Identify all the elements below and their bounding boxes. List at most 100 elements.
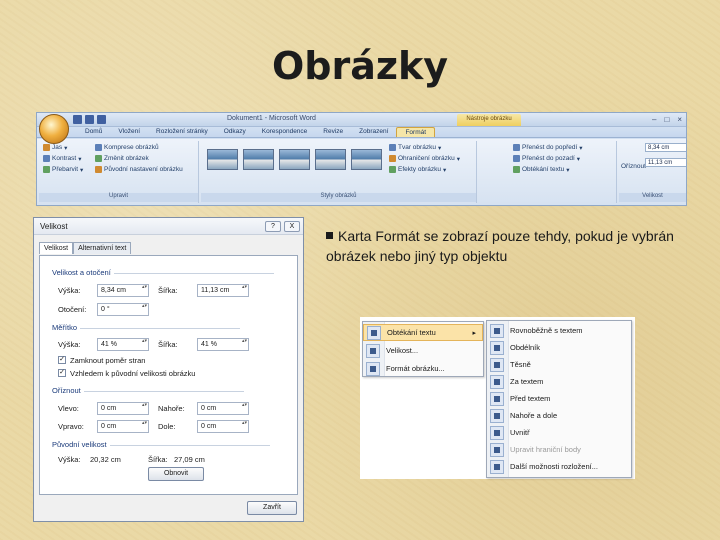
dialog-close-text-button[interactable]: Zavřít	[247, 501, 297, 515]
width-input[interactable]: 11,13 cm	[197, 284, 249, 297]
wrap-behind[interactable]: Za textem	[487, 373, 631, 390]
menu-item-label: Formát obrázku...	[386, 364, 445, 373]
crop-right-label: Vpravo:	[58, 422, 84, 431]
bullet-text: Karta Formát se zobrazí pouze tehdy, pok…	[326, 228, 674, 264]
tab-rozlozeni[interactable]: Rozložení stránky	[148, 127, 216, 137]
menu-item-label: Obtékání textu	[387, 328, 436, 337]
help-button[interactable]: ?	[265, 221, 281, 232]
submenu-item-label: Další možnosti rozložení...	[510, 462, 598, 471]
close-icon[interactable]: ×	[677, 115, 682, 124]
rotation-input[interactable]: 0 °	[97, 303, 149, 316]
change-picture-label: Změnit obrázek	[104, 155, 149, 162]
wrap-tight[interactable]: Těsně	[487, 356, 631, 373]
edit-wrap-points[interactable]: Upravit hraniční body	[487, 441, 631, 458]
contrast-button[interactable]: Kontrast ▾	[43, 153, 83, 164]
lock-aspect-checkbox[interactable]: ✓	[58, 356, 66, 364]
submenu-arrow-icon: ▸	[472, 329, 476, 337]
reset-picture-button[interactable]: Původní nastavení obrázku	[95, 164, 183, 175]
picture-style-2[interactable]	[243, 149, 274, 170]
height-label: Výška:	[58, 286, 81, 295]
reset-button[interactable]: Obnovit	[148, 467, 204, 481]
tab-vlozeni[interactable]: Vložení	[110, 127, 148, 137]
width-label: Šířka:	[158, 286, 178, 295]
orig-width-value: 27,09 cm	[174, 455, 205, 464]
send-back-label: Přenést do pozadí	[522, 155, 575, 162]
wrap-top-bottom-icon	[490, 408, 504, 423]
picture-style-1[interactable]	[207, 149, 238, 170]
ribbon-tabs: Domů Vložení Rozložení stránky Odkazy Ko…	[37, 127, 686, 138]
slide-bullet: Karta Formát se zobrazí pouze tehdy, pok…	[326, 226, 676, 266]
more-layout-options[interactable]: Další možnosti rozložení...	[487, 458, 631, 475]
tab-odkazy[interactable]: Odkazy	[216, 127, 254, 137]
redo-icon[interactable]	[97, 115, 106, 124]
section-crop: Oříznout	[52, 386, 243, 395]
compress-button[interactable]: Komprese obrázků	[95, 142, 183, 153]
tab-korespondence[interactable]: Korespondence	[254, 127, 316, 137]
context-tools-title: Nástroje obrázku	[457, 114, 521, 126]
submenu-item-label: Před textem	[510, 394, 551, 403]
crop-left-input[interactable]: 0 cm	[97, 402, 149, 415]
scale-height-input[interactable]: 41 %	[97, 338, 149, 351]
picture-style-5[interactable]	[351, 149, 382, 170]
dialog-header: Velikost ? X	[34, 218, 303, 235]
dialog-panel: Velikost a otočení Výška: 8,34 cm Šířka:…	[39, 255, 298, 495]
tab-revize[interactable]: Revize	[315, 127, 351, 137]
picture-style-4[interactable]	[315, 149, 346, 170]
text-wrap-icon	[513, 166, 520, 173]
bring-front-button[interactable]: Přenést do popředí ▾	[513, 142, 583, 153]
wrap-top-bottom[interactable]: Nahoře a dole	[487, 407, 631, 424]
height-input[interactable]: 8,34 cm	[97, 284, 149, 297]
group-caption-upravit: Upravit	[39, 193, 198, 202]
crop-right-input[interactable]: 0 cm	[97, 420, 149, 433]
save-icon[interactable]	[73, 115, 82, 124]
slide-title: Obrázky	[271, 44, 449, 88]
undo-icon[interactable]	[85, 115, 94, 124]
relative-size-checkbox[interactable]: ✓	[58, 369, 66, 377]
recolor-button[interactable]: Přebarvit ▾	[43, 164, 83, 175]
brightness-button[interactable]: Jas ▾	[43, 142, 83, 153]
wrap-through[interactable]: Uvnitř	[487, 424, 631, 441]
minimize-icon[interactable]: –	[652, 115, 656, 124]
dialog-close-button[interactable]: X	[284, 221, 300, 232]
rotation-label: Otočení:	[58, 305, 87, 314]
wrap-front[interactable]: Před textem	[487, 390, 631, 407]
wrap-through-icon	[490, 425, 504, 440]
tab-format[interactable]: Formát	[396, 127, 436, 137]
size-icon	[366, 343, 380, 358]
tab-velikost[interactable]: Velikost	[39, 242, 74, 254]
recolor-label: Přebarvit	[52, 166, 79, 173]
scale-width-input[interactable]: 41 %	[197, 338, 249, 351]
title-bar: Dokument1 - Microsoft Word Nástroje obrá…	[37, 113, 686, 144]
text-wrap-button[interactable]: Obtékání textu ▾	[513, 164, 583, 175]
picture-effects-button[interactable]: Efekty obrázku ▾	[389, 164, 460, 175]
crop-top-label: Nahoře:	[158, 404, 185, 413]
wrap-square[interactable]: Obdélník	[487, 339, 631, 356]
crop-bottom-input[interactable]: 0 cm	[197, 420, 249, 433]
text-wrap-label: Obtékání textu	[522, 166, 565, 173]
orig-height-label: Výška:	[58, 455, 81, 464]
submenu-item-label: Za textem	[510, 377, 544, 386]
submenu-item-label: Upravit hraniční body	[510, 445, 581, 454]
menu-item-text-wrap[interactable]: Obtékání textu ▸	[363, 324, 483, 341]
picture-style-3[interactable]	[279, 149, 310, 170]
group-upravit: Jas ▾ Kontrast ▾ Přebarvit ▾ Komprese obráz…	[39, 141, 199, 203]
maximize-icon[interactable]: □	[664, 115, 669, 124]
menu-item-size[interactable]: Velikost...	[363, 342, 483, 359]
office-button-icon[interactable]	[39, 114, 69, 144]
context-menu-screenshot: Obtékání textu ▸ Velikost... Formát obrá…	[360, 317, 635, 479]
ribbon-height-input[interactable]: 8,34 cm	[645, 143, 686, 152]
picture-shape-button[interactable]: Tvar obrázku ▾	[389, 142, 460, 153]
change-picture-button[interactable]: Změnit obrázek	[95, 153, 183, 164]
tab-zobrazeni[interactable]: Zobrazení	[351, 127, 396, 137]
picture-border-button[interactable]: Ohraničení obrázku ▾	[389, 153, 460, 164]
effects-icon	[389, 166, 396, 173]
ribbon-groups: Jas ▾ Kontrast ▾ Přebarvit ▾ Komprese obráz…	[37, 139, 686, 205]
menu-item-format-picture[interactable]: Formát obrázku...	[363, 360, 483, 377]
crop-top-input[interactable]: 0 cm	[197, 402, 249, 415]
ribbon-width-input[interactable]: 11,13 cm	[645, 158, 686, 167]
send-back-button[interactable]: Přenést do pozadí ▾	[513, 153, 583, 164]
wrap-inline[interactable]: Rovnoběžně s textem	[487, 322, 631, 339]
tab-domu[interactable]: Domů	[77, 127, 110, 137]
tab-alt-text[interactable]: Alternativní text	[73, 242, 132, 254]
scale-height-label: Výška:	[58, 340, 81, 349]
